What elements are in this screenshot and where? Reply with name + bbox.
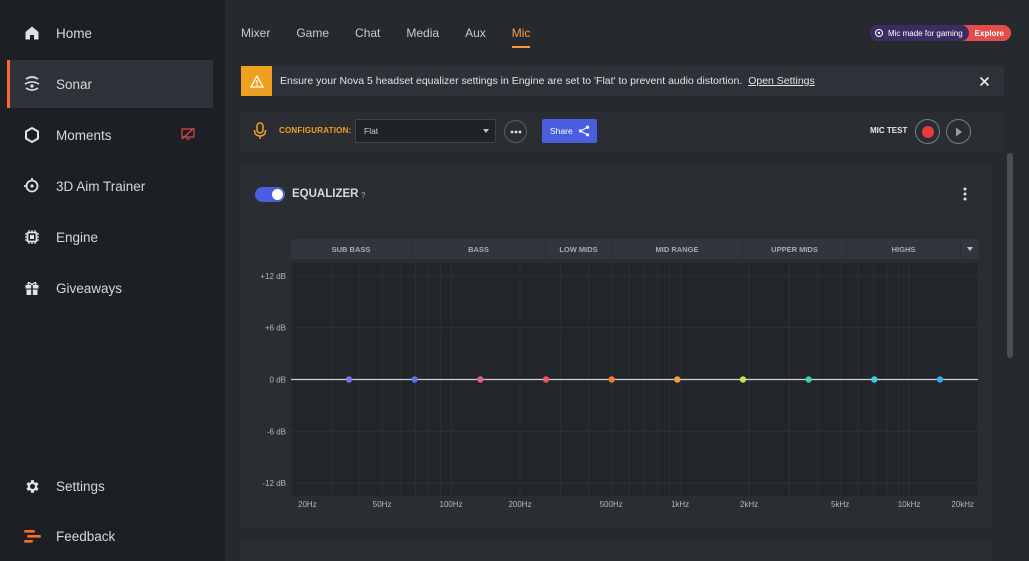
main-panel: Mixer Game Chat Media Aux Mic Mic made f…	[225, 0, 1029, 561]
gift-icon	[23, 279, 41, 297]
sidebar-item-label: Feedback	[56, 528, 116, 544]
mic-test-label: MIC TEST	[870, 126, 908, 135]
screen-off-icon	[181, 127, 195, 145]
tab-aux[interactable]: Aux	[465, 26, 486, 48]
sidebar-item-label: Settings	[56, 478, 105, 494]
eq-point-7[interactable]	[739, 376, 747, 383]
db-tick-label: +12 dB	[260, 272, 286, 281]
sidebar-item-3d-aim-trainer[interactable]: 3D Aim Trainer	[7, 162, 213, 210]
freq-tick-label: 10kHz	[898, 500, 921, 509]
configuration-label: CONFIGURATION:	[279, 126, 352, 135]
sidebar-item-home[interactable]: Home	[7, 9, 213, 57]
sidebar-item-sonar[interactable]: Sonar	[7, 60, 213, 108]
more-icon	[510, 130, 521, 133]
tab-mixer[interactable]: Mixer	[241, 26, 270, 48]
mic-promo-icon	[874, 29, 883, 37]
tab-game[interactable]: Game	[296, 26, 329, 48]
tab-mic[interactable]: Mic	[511, 26, 530, 48]
record-button[interactable]	[915, 119, 940, 144]
eq-graph[interactable]: +12 dB +6 dB 0 dB -6 dB -12 dB 20Hz 50Hz 100Hz 2…	[241, 166, 991, 527]
feedback-icon	[23, 527, 41, 545]
microphone-icon	[253, 122, 267, 145]
freq-tick-label: 50Hz	[373, 500, 392, 509]
sidebar-item-label: Home	[56, 25, 93, 41]
sidebar-item-label: Engine	[56, 229, 99, 245]
sidebar-item-moments[interactable]: Moments	[7, 111, 213, 159]
tab-chat[interactable]: Chat	[355, 26, 380, 48]
close-icon[interactable]	[979, 74, 990, 92]
freq-tick-label: 2kHz	[740, 500, 758, 509]
promo-text: Mic made for gaming	[887, 28, 963, 38]
eq-point-9[interactable]	[871, 376, 878, 383]
promo-explore[interactable]: Explore	[975, 29, 1004, 38]
promo-badge[interactable]: Mic made for gaming Explore	[869, 25, 1011, 41]
scrollbar[interactable]	[1007, 153, 1013, 358]
banner-message: Ensure your Nova 5 headset equalizer set…	[280, 75, 743, 87]
sonar-icon	[23, 75, 41, 93]
sidebar-item-settings[interactable]: Settings	[7, 462, 213, 510]
db-tick-label: -12 dB	[262, 479, 286, 488]
configuration-row: CONFIGURATION: Flat Share MIC TEST	[241, 112, 1004, 152]
warning-banner: Ensure your Nova 5 headset equalizer set…	[241, 66, 1004, 96]
sidebar-item-feedback[interactable]: Feedback	[7, 512, 213, 560]
sidebar-item-label: Giveaways	[56, 280, 123, 296]
eq-point-3[interactable]	[477, 376, 484, 383]
play-icon	[955, 127, 962, 136]
freq-tick-label: 5kHz	[831, 500, 849, 509]
db-tick-label: -6 dB	[267, 427, 286, 436]
more-options-button[interactable]	[504, 120, 527, 143]
sidebar-item-label: 3D Aim Trainer	[56, 178, 146, 194]
warning-icon	[241, 66, 272, 96]
tab-media[interactable]: Media	[406, 26, 439, 48]
share-button[interactable]: Share	[542, 119, 597, 143]
eq-point-1[interactable]	[345, 376, 353, 383]
eq-point-4[interactable]	[542, 376, 550, 383]
engine-icon	[23, 228, 41, 246]
configuration-select[interactable]: Flat	[355, 119, 496, 143]
freq-tick-label: 100Hz	[440, 500, 463, 509]
open-settings-link[interactable]: Open Settings	[748, 75, 815, 87]
aim-trainer-icon	[23, 177, 41, 195]
freq-tick-label: 20Hz	[298, 500, 317, 509]
sidebar-item-label: Sonar	[56, 76, 93, 92]
sidebar-item-giveaways[interactable]: Giveaways	[7, 264, 213, 312]
eq-point-5[interactable]	[608, 376, 615, 383]
moments-icon	[23, 126, 41, 144]
eq-point-10[interactable]	[936, 376, 944, 383]
play-button[interactable]	[946, 119, 971, 144]
share-icon	[578, 125, 589, 137]
record-icon	[921, 125, 934, 138]
chevron-down-icon	[483, 129, 489, 133]
freq-tick-label: 500Hz	[600, 500, 623, 509]
next-card	[241, 541, 991, 561]
gear-icon	[23, 477, 41, 495]
sidebar-item-label: Moments	[56, 127, 112, 143]
freq-tick-label: 1kHz	[671, 500, 689, 509]
eq-point-2[interactable]	[411, 376, 418, 383]
device-tabs: Mixer Game Chat Media Aux Mic	[241, 26, 556, 48]
eq-point-6[interactable]	[674, 376, 681, 383]
sidebar: Home Sonar Moments 3D Aim Trainer Engine…	[0, 0, 225, 561]
freq-tick-label: 200Hz	[508, 500, 531, 509]
freq-tick-label: 20kHz	[951, 500, 974, 509]
home-icon	[23, 24, 41, 42]
share-label: Share	[550, 126, 573, 136]
equalizer-card: EQUALIZER ? SUB BASS BASS LOW MIDS MID R…	[241, 166, 991, 527]
promo-text-wrap: Mic made for gaming	[869, 25, 969, 41]
db-tick-label: 0 dB	[270, 376, 286, 385]
eq-point-8[interactable]	[805, 376, 812, 383]
sidebar-item-engine[interactable]: Engine	[7, 213, 213, 261]
db-tick-label: +6 dB	[265, 324, 286, 333]
configuration-value: Flat	[364, 126, 379, 136]
